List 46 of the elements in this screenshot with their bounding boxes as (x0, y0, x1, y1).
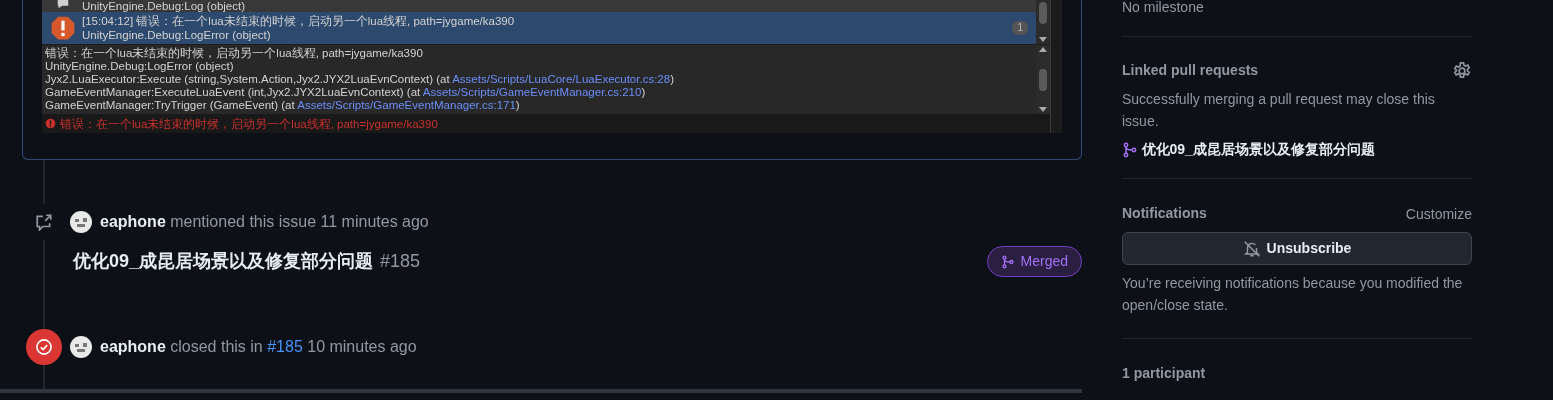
pull-request-link[interactable]: 优化09_成昆居场景以及修复部分问题 (1141, 139, 1375, 160)
log-text: [15:04:12] 错误：在一个lua未结束的时候，启动另一个lua线程, path=jygame/ka390 (82, 14, 515, 28)
unsubscribe-button[interactable]: Unsubscribe (1122, 232, 1472, 265)
pull-request-number: #185 (380, 250, 421, 273)
file-link[interactable]: Assets/Scripts/GameEventManager.cs:171 (297, 99, 516, 111)
pull-request-link[interactable]: #185 (267, 338, 303, 355)
log-entry[interactable]: UnityEngine.Debug:Log (object) (42, 0, 1036, 12)
event-text: eaphone closed this in #185 10 minutes ago (100, 337, 417, 357)
customize-link[interactable]: Customize (1405, 203, 1472, 225)
status-badge: Merged (986, 246, 1082, 277)
file-link[interactable]: Assets/Scripts/LuaCore/LuaExecutor.cs:28 (452, 73, 671, 85)
status-message: 错误：在一个lua未结束的时候，启动另一个lua线程, path=jygame/ka390 (60, 116, 438, 131)
cross-reference-icon (35, 213, 53, 231)
notification-note: You’re receiving notifications because you modified the open/close state. (1122, 274, 1464, 315)
scrollbar[interactable] (1036, 0, 1050, 44)
timestamp-link[interactable]: 11 minutes ago (320, 213, 429, 230)
user-link[interactable]: eaphone (100, 338, 166, 355)
event-text: eaphone mentioned this issue 11 minutes ago (100, 212, 429, 232)
stack-trace-line: 错误：在一个lua未结束的时候，启动另一个lua线程, path=jygame/ka390 (45, 47, 424, 60)
error-icon (45, 118, 56, 129)
timestamp-link[interactable]: 10 minutes ago (307, 338, 417, 355)
scrollbar[interactable] (1036, 45, 1050, 114)
section-heading: Linked pull requests (1122, 61, 1259, 80)
section-heading: Notifications (1122, 204, 1207, 223)
log-text: UnityEngine.Debug:LogError (object) (82, 28, 272, 42)
milestone-text: No milestone (1122, 0, 1205, 17)
merge-icon (1122, 141, 1138, 158)
stack-trace-line: GameEventManager:ExecuteLuaEvent (int,Jyx2.JYX2LuaEvnContext) (at Assets/Scripts/GameEventManager.cs:210) (45, 86, 647, 99)
avatar (70, 336, 92, 358)
stack-trace-line: GameEventManager:TryTrigger (GameEvent) (at Assets/Scripts/GameEventManager.cs:171) (45, 99, 521, 112)
settings-icon[interactable] (1452, 60, 1472, 81)
file-link[interactable]: Assets/Scripts/GameEventManager.cs:210 (422, 86, 642, 98)
pull-request-title[interactable]: 优化09_成昆居场景以及修复部分问题 (73, 248, 374, 275)
description-text: Successfully merging a pull request may close this issue. (1122, 90, 1436, 131)
user-link[interactable]: eaphone (100, 213, 166, 230)
avatar (70, 211, 92, 233)
error-icon (50, 15, 76, 41)
stack-trace-line: Jyx2.LuaExecutor:Execute (string,System.Action,Jyx2.JYX2LuaEvnContext) (at Assets/Scripts/LuaCore/LuaExecutor.cs:28) (45, 73, 675, 86)
participants-heading: 1 participant (1122, 364, 1207, 383)
count-badge: 1 (1012, 21, 1028, 35)
bell-slash-icon (1242, 239, 1261, 258)
log-text: UnityEngine.Debug:Log (object) (82, 0, 246, 12)
stack-trace-line: UnityEngine.Debug:LogError (object) (45, 60, 235, 73)
merge-icon (1000, 254, 1015, 269)
log-entry[interactable]: [15:04:12] 错误：在一个lua未结束的时候，启动另一个lua线程, path=jygame/ka390 UnityEngine.Debug:LogError (object) 1 (42, 12, 1036, 44)
check-circle-icon (35, 338, 53, 356)
